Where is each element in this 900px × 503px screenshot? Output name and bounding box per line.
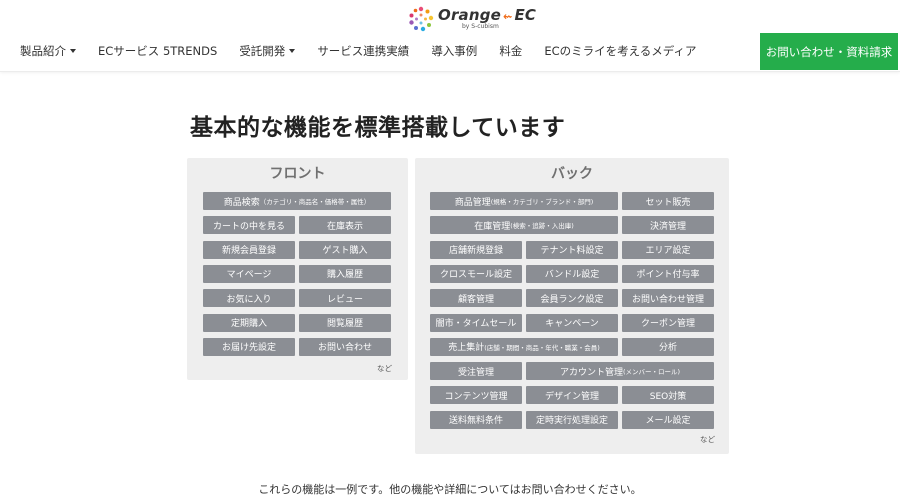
front-feature-chip: 商品検索 （カテゴリ・商品名・価格帯・属性） [203,192,391,210]
back-feature-chip: ポイント付与率 [622,264,714,283]
orange-ec-logo[interactable]: Orange ⇜ EC by S-cubism [408,5,536,33]
nav-item-label: 受託開発 [239,44,286,58]
front-feature-chip: カートの中を見る [203,216,295,235]
main-nav: 製品紹介 ECサービス 5TRENDS 受託開発 サービス連携実績 導入事例 料金 ECのミ… [20,43,696,59]
front-features-panel: フロント など 商品検索 （カテゴリ・商品名・価格帯・属性） カートの中を見る 在庫表… [187,158,408,380]
front-feature-chip: お届け先設定 [203,337,295,356]
front-panel-title: フロント [269,166,326,182]
front-feature-chip: お気に入り [203,289,295,308]
back-feature-chip: 売上集計 (店舗・期間・商品・年代・職業・会員) [430,337,618,356]
front-feature-chip: レビュー [299,289,391,308]
nav-item-label: ECのミライを考えるメディア [544,44,697,58]
front-feature-chip: 閲覧履歴 [299,313,391,332]
back-feature-chip: アカウント管理 (メンバー・ロール) [526,362,714,381]
nav-item-label: 料金 [499,44,523,58]
front-feature-chip: 定期購入 [203,313,295,332]
logo-arrow-icon: ⇜ [503,10,513,23]
site-header: Orange ⇜ EC by S-cubism 製品紹介 ECサービス 5TRENDS… [0,0,900,72]
back-feature-chip: エリア設定 [622,240,714,259]
back-feature-chip: 在庫管理 (検索・追跡・入出庫) [430,216,618,235]
back-feature-chip: バンドル設定 [526,264,618,283]
back-feature-chip: クーポン管理 [622,313,714,332]
caret-down-icon [70,49,76,53]
back-feature-chip: 定時実行処理設定 [526,410,618,429]
back-feature-chip: セット販売 [622,192,714,210]
back-feature-chip: 店舗新規登録 [430,240,522,259]
back-feature-chip: テナント料設定 [526,240,618,259]
nav-item-label: 導入事例 [431,44,478,58]
front-feature-chip: ゲスト購入 [299,240,391,259]
contact-request-button[interactable]: お問い合わせ・資料請求 [760,33,898,70]
front-feature-chip: マイページ [203,264,295,283]
front-etc-note: など [377,364,392,373]
back-feature-chip: SEO対策 [622,386,714,405]
back-features-panel: バック など 商品管理 (規格・カテゴリ・ブランド・部門) セット販売 在庫管理 (検索… [415,158,729,454]
logo-wordmark: Orange ⇜ EC [438,6,537,24]
back-feature-chip: 商品管理 (規格・カテゴリ・ブランド・部門) [430,192,618,210]
nav-item-6[interactable]: 料金 [499,43,522,59]
nav-item-2[interactable]: ECサービス 5TRENDS [98,43,217,59]
front-feature-chip: 在庫表示 [299,216,391,235]
nav-item-7[interactable]: ECのミライを考えるメディア [544,43,696,59]
back-feature-chip: 決済管理 [622,216,714,235]
back-feature-chip: 顧客管理 [430,289,522,308]
caret-down-icon [289,49,296,53]
back-feature-chip: クロスモール設定 [430,264,522,283]
back-feature-chip: 分析 [622,337,714,356]
back-feature-chip: キャンペーン [526,313,618,332]
back-feature-chip: メール設定 [622,410,714,429]
back-feature-chip: 会員ランク設定 [526,289,618,308]
back-feature-chip: コンテンツ管理 [430,386,522,405]
features-footnote: これらの機能は一例です。他の機能や詳細についてはお問い合わせください。 [258,483,642,496]
nav-item-4[interactable]: サービス連携実績 [317,43,409,59]
front-feature-chip: お問い合わせ [299,337,391,356]
back-panel-title: バック [551,166,593,182]
logo-dots-icon [408,6,434,32]
front-feature-chip: 購入履歴 [299,264,391,283]
back-feature-chip: 受注管理 [430,362,522,381]
nav-item-label: 製品紹介 [20,44,66,58]
back-feature-chip: お問い合わせ管理 [622,289,714,308]
front-feature-chip: 新規会員登録 [203,240,295,259]
back-feature-chip: 闇市・タイムセール [430,313,522,332]
back-etc-note: など [700,435,715,444]
nav-item-1[interactable]: 製品紹介 [20,43,76,59]
nav-item-label: サービス連携実績 [317,44,410,58]
nav-item-5[interactable]: 導入事例 [431,43,477,59]
page-title: 基本的な機能を標準搭載しています [190,115,566,141]
nav-item-label: ECサービス 5TRENDS [98,44,218,58]
nav-item-3[interactable]: 受託開発 [239,43,296,59]
logo-byline: by S-cubism [462,23,499,30]
back-feature-chip: デザイン管理 [526,386,618,405]
back-feature-chip: 送料無料条件 [430,410,522,429]
